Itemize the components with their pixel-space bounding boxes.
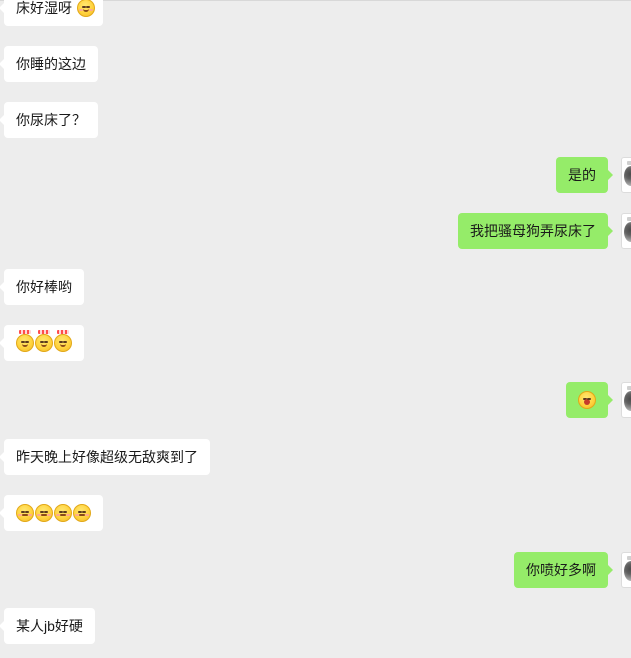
chat-message-incoming: 你好棒哟 bbox=[0, 269, 631, 309]
pensive-emoji-icon bbox=[35, 504, 53, 522]
chat-message-incoming: 你睡的这边 bbox=[0, 46, 631, 86]
message-bubble[interactable]: 你尿床了？ bbox=[0, 102, 98, 138]
chat-message-incoming: 床好湿呀 bbox=[0, 0, 631, 30]
chat-message-outgoing: 你喷好多啊 bbox=[0, 552, 631, 592]
message-bubble[interactable]: 你好棒哟 bbox=[0, 269, 84, 305]
message-bubble[interactable]: 床好湿呀 bbox=[0, 0, 103, 26]
message-bubble[interactable]: 某人jb好硬 bbox=[0, 608, 95, 644]
message-text: 是的 bbox=[568, 167, 596, 183]
message-text: 你睡的这边 bbox=[16, 56, 86, 72]
pensive-emoji-icon bbox=[16, 504, 34, 522]
contact-avatar[interactable] bbox=[621, 382, 631, 418]
message-bubble[interactable] bbox=[0, 325, 84, 361]
message-text: 你喷好多啊 bbox=[526, 562, 596, 578]
message-text: 昨天晚上好像超级无敌爽到了 bbox=[16, 449, 198, 465]
chat-message-incoming: 你尿床了？ bbox=[0, 102, 631, 142]
message-text: 床好湿呀 bbox=[16, 0, 72, 16]
message-bubble[interactable]: 是的 bbox=[556, 157, 613, 193]
pensive-emoji-icon bbox=[54, 504, 72, 522]
wink-emoji-icon bbox=[77, 0, 95, 17]
message-text: 我把骚母狗弄尿床了 bbox=[470, 223, 596, 239]
message-bubble[interactable]: 我把骚母狗弄尿床了 bbox=[458, 213, 613, 249]
message-text: 某人jb好硬 bbox=[16, 618, 83, 634]
crying-emoji-icon bbox=[16, 330, 34, 352]
message-bubble[interactable] bbox=[0, 495, 103, 531]
crying-emoji-icon bbox=[35, 330, 53, 352]
message-text: 你好棒哟 bbox=[16, 279, 72, 295]
message-text: 你尿床了？ bbox=[16, 112, 86, 128]
message-bubble[interactable]: 你喷好多啊 bbox=[514, 552, 613, 588]
message-bubble[interactable]: 昨天晚上好像超级无敌爽到了 bbox=[0, 439, 210, 475]
contact-avatar[interactable] bbox=[621, 157, 631, 193]
chat-message-incoming: 昨天晚上好像超级无敌爽到了 bbox=[0, 439, 631, 479]
message-bubble[interactable]: 你睡的这边 bbox=[0, 46, 98, 82]
chat-message-incoming bbox=[0, 495, 631, 535]
chat-message-outgoing bbox=[0, 382, 631, 422]
pensive-emoji-icon bbox=[73, 504, 91, 522]
contact-avatar[interactable] bbox=[621, 213, 631, 249]
chat-message-outgoing: 是的 bbox=[0, 157, 631, 197]
chat-message-list[interactable]: 床好湿呀 你睡的这边 你尿床了？ 是的 我把骚母狗弄尿床了 你好棒哟 昨天晚上好… bbox=[0, 0, 631, 658]
chat-message-incoming: 某人jb好硬 bbox=[0, 608, 631, 648]
crying-emoji-icon bbox=[54, 330, 72, 352]
surprised-emoji-icon bbox=[578, 391, 596, 409]
chat-message-outgoing: 我把骚母狗弄尿床了 bbox=[0, 213, 631, 253]
contact-avatar[interactable] bbox=[621, 552, 631, 588]
message-bubble[interactable] bbox=[566, 382, 613, 418]
chat-message-incoming bbox=[0, 325, 631, 365]
